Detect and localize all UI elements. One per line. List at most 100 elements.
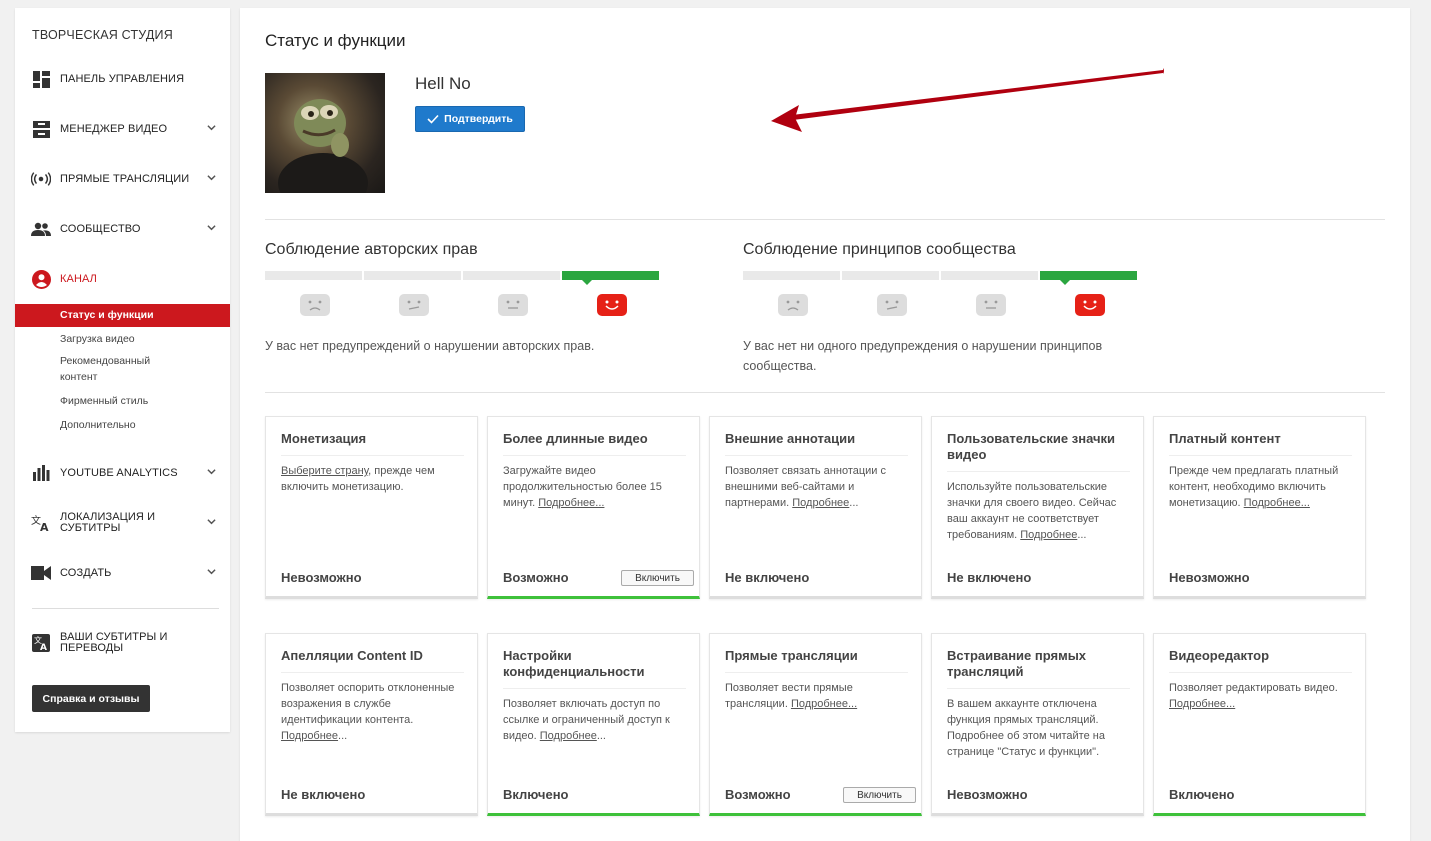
- sidebar-sub-advanced[interactable]: Дополнительно: [15, 417, 230, 433]
- feature-card-content-id-appeals: Апелляции Content ID Позволяет оспорить …: [265, 633, 478, 816]
- feature-card-paid-content: Платный контент Прежде чем предлагать пл…: [1153, 416, 1366, 599]
- more-link[interactable]: Подробнее: [281, 730, 338, 742]
- sidebar-sub-branding[interactable]: Фирменный стиль: [15, 393, 230, 409]
- more-link[interactable]: Подробнее: [792, 497, 849, 509]
- divider: [265, 392, 1385, 393]
- feature-card-video-editor: Видеоредактор Позволяет редактировать ви…: [1153, 633, 1366, 816]
- studio-title: ТВОРЧЕСКАЯ СТУДИЯ: [32, 28, 173, 42]
- card-status: Невозможно: [947, 787, 1028, 802]
- card-status: Не включено: [947, 570, 1032, 585]
- sad-face-icon: [299, 294, 330, 316]
- card-description: Позволяет редактировать видео. Подробнее…: [1169, 682, 1338, 710]
- sidebar-sub-featured[interactable]: Рекомендованный контент: [15, 353, 230, 385]
- sidebar-item-community[interactable]: СООБЩЕСТВО: [15, 209, 230, 249]
- feature-card-privacy-settings: Настройки конфиденциальности Позволяет в…: [487, 633, 700, 816]
- copyright-title: Соблюдение авторских прав: [265, 241, 478, 258]
- strike-indicator: [1060, 280, 1070, 285]
- sidebar-item-create[interactable]: СОЗДАТЬ: [15, 553, 230, 593]
- card-title: Настройки конфиденциальности: [503, 648, 686, 689]
- verify-label: Подтвердить: [444, 113, 513, 125]
- card-description: Позволяет включать доступ по ссылке и ог…: [503, 698, 670, 742]
- card-status: Невозможно: [281, 570, 362, 585]
- chevron-down-icon[interactable]: [207, 567, 216, 576]
- strike-faces: [265, 294, 661, 316]
- card-status: Включено: [503, 787, 569, 802]
- dashboard-icon: [31, 69, 51, 89]
- card-title: Пользовательские значки видео: [947, 431, 1130, 472]
- card-description: Загружайте видео продолжительностью боле…: [503, 465, 662, 509]
- sidebar-item-channel[interactable]: КАНАЛ: [15, 259, 230, 299]
- svg-text:A: A: [40, 643, 47, 652]
- community-icon: [31, 219, 51, 239]
- community-text: У вас нет ни одного предупреждения о нар…: [743, 339, 1103, 373]
- more-link[interactable]: Подробнее...: [791, 698, 857, 710]
- card-description: Позволяет вести прямые трансляции. Подро…: [725, 682, 858, 710]
- chevron-down-icon[interactable]: [207, 517, 216, 526]
- feature-card-custom-thumbnails: Пользовательские значки видео Используйт…: [931, 416, 1144, 599]
- sidebar-item-your-subtitles[interactable]: 文A ВАШИ СУБТИТРЫ И ПЕРЕВОДЫ: [15, 623, 230, 663]
- more-link[interactable]: Подробнее: [1020, 529, 1077, 541]
- more-link[interactable]: Подробнее...: [538, 497, 604, 509]
- check-icon: [427, 114, 439, 124]
- card-title: Более длинные видео: [503, 431, 686, 456]
- card-description: В вашем аккаунте отключена функция прямы…: [947, 698, 1105, 758]
- sidebar-sub-upload[interactable]: Загрузка видео: [15, 331, 230, 347]
- card-title: Платный контент: [1169, 431, 1352, 456]
- chevron-down-icon[interactable]: [207, 173, 216, 182]
- channel-name: Hell No: [415, 74, 471, 93]
- confused-face-icon: [876, 294, 907, 316]
- video-manager-icon: [31, 119, 51, 139]
- more-link[interactable]: Подробнее...: [1244, 497, 1310, 509]
- sidebar-item-label: СОЗДАТЬ: [60, 566, 112, 579]
- sidebar-item-video-manager[interactable]: МЕНЕДЖЕР ВИДЕО: [15, 109, 230, 149]
- card-status: Включено: [1169, 787, 1235, 802]
- feature-card-monetization: Монетизация Выберите страну, прежде чем …: [265, 416, 478, 599]
- sidebar-item-analytics[interactable]: YOUTUBE ANALYTICS: [15, 453, 230, 493]
- chevron-down-icon[interactable]: [207, 223, 216, 232]
- strike-bar: [265, 271, 661, 280]
- more-link[interactable]: Подробнее: [540, 730, 597, 742]
- card-description: Позволяет связать аннотации с внешними в…: [725, 465, 887, 509]
- copyright-text: У вас нет предупреждений о нарушении авт…: [265, 339, 595, 353]
- sidebar-item-dashboard[interactable]: ПАНЕЛЬ УПРАВЛЕНИЯ: [15, 59, 230, 99]
- card-description: Позволяет оспорить отклоненные возражени…: [281, 682, 455, 742]
- card-description: Используйте пользовательские значки для …: [947, 481, 1117, 541]
- sidebar-item-live[interactable]: ПРЯМЫЕ ТРАНСЛЯЦИИ: [15, 159, 230, 199]
- choose-country-link[interactable]: Выберите страну: [281, 465, 368, 477]
- enable-button[interactable]: Включить: [621, 570, 694, 586]
- sad-face-icon: [777, 294, 808, 316]
- enable-button[interactable]: Включить: [843, 787, 916, 803]
- sidebar: ТВОРЧЕСКАЯ СТУДИЯ ПАНЕЛЬ УПРАВЛЕНИЯ МЕНЕ…: [15, 8, 230, 732]
- main-panel: Статус и функции Hell No Подтвердить Соб…: [240, 8, 1410, 841]
- sidebar-sub-status[interactable]: Статус и функции: [15, 304, 230, 327]
- strike-bar: [743, 271, 1139, 280]
- card-description: Выберите страну, прежде чем включить мон…: [281, 465, 435, 493]
- sidebar-item-label: МЕНЕДЖЕР ВИДЕО: [60, 122, 168, 135]
- divider: [265, 219, 1385, 220]
- feature-card-embed-live: Встраивание прямых трансляций В вашем ак…: [931, 633, 1144, 816]
- happy-face-icon: [1074, 294, 1105, 316]
- create-icon: [31, 563, 51, 583]
- translate-icon: 文A: [31, 513, 51, 533]
- card-description: Прежде чем предлагать платный контент, н…: [1169, 465, 1339, 509]
- happy-face-icon: [596, 294, 627, 316]
- chevron-down-icon[interactable]: [207, 123, 216, 132]
- sidebar-item-localization[interactable]: 文A ЛОКАЛИЗАЦИЯ И СУБТИТРЫ: [15, 503, 230, 543]
- feature-card-live-streaming: Прямые трансляции Позволяет вести прямые…: [709, 633, 922, 816]
- sidebar-item-label: ПРЯМЫЕ ТРАНСЛЯЦИИ: [60, 172, 190, 185]
- card-status: Невозможно: [1169, 570, 1250, 585]
- more-link[interactable]: Подробнее...: [1169, 698, 1235, 710]
- verify-button[interactable]: Подтвердить: [415, 106, 525, 132]
- sidebar-item-label: ВАШИ СУБТИТРЫ И ПЕРЕВОДЫ: [60, 631, 168, 654]
- channel-icon: [31, 269, 51, 289]
- chevron-down-icon[interactable]: [207, 467, 216, 476]
- neutral-face-icon: [975, 294, 1006, 316]
- sidebar-item-label: ЛОКАЛИЗАЦИЯ И СУБТИТРЫ: [60, 511, 156, 534]
- neutral-face-icon: [497, 294, 528, 316]
- card-title: Прямые трансляции: [725, 648, 908, 673]
- card-title: Апелляции Content ID: [281, 648, 464, 673]
- card-title: Монетизация: [281, 431, 464, 456]
- confused-face-icon: [398, 294, 429, 316]
- card-title: Встраивание прямых трансляций: [947, 648, 1130, 689]
- help-feedback-button[interactable]: Справка и отзывы: [32, 685, 150, 712]
